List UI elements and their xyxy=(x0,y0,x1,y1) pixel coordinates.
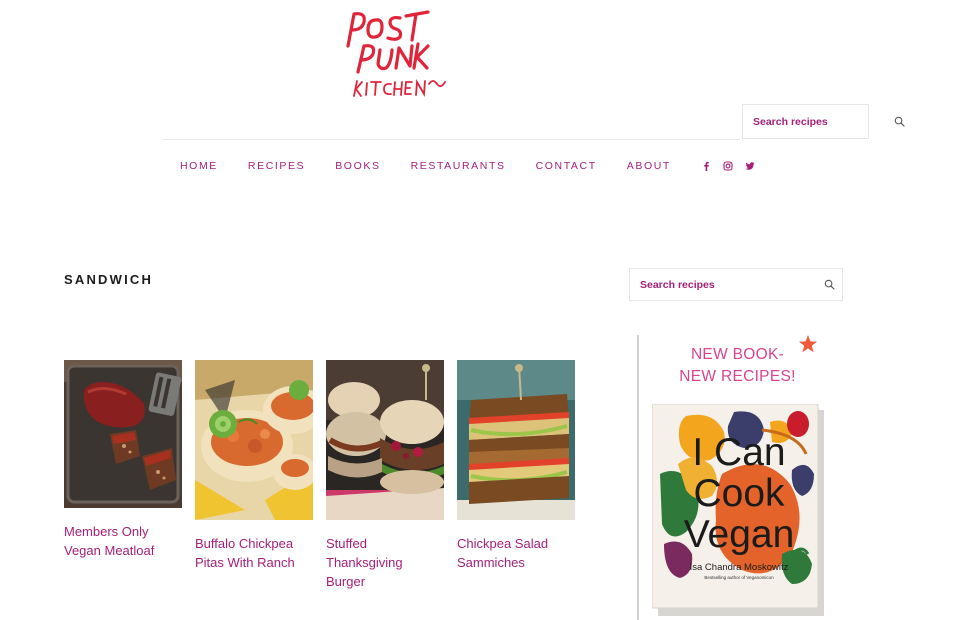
nav-divider xyxy=(163,139,740,140)
recipe-thumbnail-meatloaf[interactable] xyxy=(64,360,182,508)
recipe-title-link[interactable]: Stuffed Thanksgiving Burger xyxy=(326,534,444,591)
star-icon xyxy=(799,335,817,353)
sidebar-search-button[interactable] xyxy=(816,269,842,300)
recipe-thumbnail-thanksgiving-burger[interactable] xyxy=(326,360,444,520)
promo-line-2: NEW RECIPES! xyxy=(679,368,796,385)
sidebar-search-form xyxy=(629,268,843,301)
nav-about[interactable]: ABOUT xyxy=(627,160,671,172)
promo-line-1: NEW BOOK- xyxy=(690,346,785,363)
primary-nav: HOME RECIPES BOOKS RESTAURANTS CONTACT A… xyxy=(180,158,766,174)
search-icon xyxy=(824,279,835,290)
recipe-title-link[interactable]: Buffalo Chickpea Pitas With Ranch xyxy=(195,534,313,572)
header-search-input[interactable] xyxy=(743,105,894,138)
recipe-card[interactable]: Buffalo Chickpea Pitas With Ranch xyxy=(195,360,313,572)
book-title: I Can Cook Vegan xyxy=(683,431,795,556)
recipe-card[interactable]: Chickpea Salad Sammiches xyxy=(457,360,575,572)
recipe-thumbnail-chickpea-sammiches[interactable] xyxy=(457,360,575,520)
nav-restaurants[interactable]: RESTAURANTS xyxy=(411,160,506,172)
social-links xyxy=(700,160,766,172)
book-promo-heading: NEW BOOK- NEW RECIPES! xyxy=(655,344,820,388)
sidebar-search-input[interactable] xyxy=(630,269,816,300)
recipe-card[interactable]: Members Only Vegan Meatloaf xyxy=(64,360,182,560)
nav-recipes[interactable]: RECIPES xyxy=(248,160,305,172)
archive-title: SANDWICH xyxy=(64,272,154,287)
book-tagline: Bestselling author of Veganomicon xyxy=(704,575,774,580)
twitter-icon[interactable] xyxy=(744,160,756,172)
search-icon xyxy=(894,116,905,127)
recipe-title-link[interactable]: Members Only Vegan Meatloaf xyxy=(64,522,182,560)
post-punk-kitchen-logo xyxy=(346,10,446,97)
sidebar-divider xyxy=(637,335,639,620)
facebook-icon[interactable] xyxy=(700,160,712,172)
nav-home[interactable]: HOME xyxy=(180,160,218,172)
nav-contact[interactable]: CONTACT xyxy=(536,160,597,172)
recipe-thumbnail-buffalo-pitas[interactable] xyxy=(195,360,313,520)
header-search-form xyxy=(742,104,905,139)
header-search-button[interactable] xyxy=(894,105,905,138)
recipe-card[interactable]: Stuffed Thanksgiving Burger xyxy=(326,360,444,591)
instagram-icon[interactable] xyxy=(722,160,734,172)
nav-books[interactable]: BOOKS xyxy=(335,160,380,172)
site-logo[interactable] xyxy=(340,6,450,102)
book-author: Isa Chandra Moskowitz xyxy=(689,562,789,573)
recipe-title-link[interactable]: Chickpea Salad Sammiches xyxy=(457,534,575,572)
book-cover-link[interactable]: I Can Cook Vegan Isa Chandra Moskowitz B… xyxy=(652,404,826,616)
